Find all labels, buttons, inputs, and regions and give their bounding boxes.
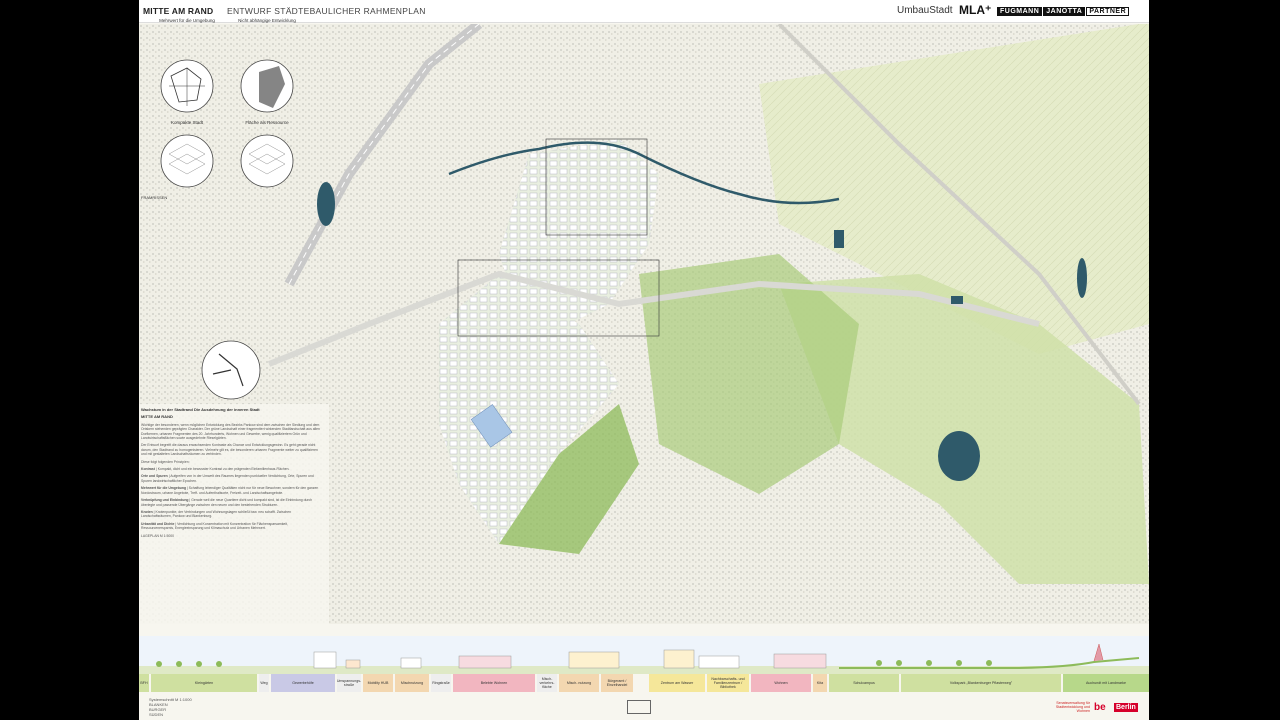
pictogram-resource-circle [240,134,294,188]
section-segment: Ringstraße [431,674,451,692]
section-segment: Belebte Wohnen [453,674,535,692]
scale-label: LAGEPLAN M 1:5000 [141,533,174,538]
explanation-text: Wachstum in der Stadtrand Die Ausdehnung… [141,407,321,541]
pictogram-compact-label: Kompakte Stadt [170,120,204,125]
text-intro: Wichtige der besonderen, wenn möglichen … [141,422,320,441]
brand-fjp-3: PARTNER [1086,7,1130,16]
project-subtitle: ENTWURF STÄDTEBAULICHER RAHMENPLAN [227,6,426,16]
principle-item: Orte und Spuren | Aufgreifen von in der … [141,474,314,483]
pictogram-resource-label: Fläche als Ressource [245,120,289,125]
section-segment: Weg [259,674,269,692]
text-para3: Diese folgt folgenden Prinzipien: [141,459,190,464]
principle-item: Knoten | Knotenpunkte, der Verbindungen … [141,509,292,519]
logo-be: be [1094,702,1106,713]
section-segment: Zentrum am Wasser [649,674,705,692]
map-note-label: FRAMRISSEN [141,195,168,200]
text-para2: Der Entwurf begreift die daraus erwachse… [141,443,318,457]
brand-fjp-1: FUGMANN [997,7,1043,16]
brand-mla: MLA⁺ [959,3,992,17]
section-segment: Kita [813,674,827,692]
section-segment: Gewerbehöfe [271,674,335,692]
section-segment: BFH [139,674,149,692]
brand-fjp-2: JANOTTA [1043,7,1086,16]
pond-center [834,230,844,248]
section-segment: Misch- verkehrs- fläche [537,674,557,692]
pond-east [1077,258,1087,298]
plan-sheet: MITTE AM RAND ENTWURF STÄDTEBAULICHER RA… [139,0,1149,720]
section-segment: Mischnutzung [395,674,429,692]
principle-item: Kontrast | Kompakt, dicht und ein bewuss… [141,467,290,472]
footer-team: Systemschnitt M 1:1000 BLANKEN BURGER SÜ… [149,697,192,717]
section-segment: Schulcampus [829,674,899,692]
principle-item: Mehrwert für die Umgebung | Schaffung le… [141,486,319,495]
pictogram-value-label: Mehrwert für die Umgebung [159,18,215,23]
section-segment: Nachbarschafts- und Familienzentrum / Bi… [707,674,749,692]
principle-item: Urbanität und Dichte | Verdichtung und K… [141,521,288,531]
pond-small [951,296,963,304]
text-section: MITTE AM RAND [141,414,173,420]
section-segment: Volkspark „Blankenburger Pflasterweg" [901,674,1061,692]
logo-berlin: Berlin [1114,703,1138,712]
section-segment: Kleingärten [151,674,257,692]
principle-item: Verknüpfung und Einbindung | Gerade weil… [141,498,313,507]
sheet-index-icon [627,700,651,714]
team-line-3: SÜDEN [149,712,164,717]
text-heading: Wachstum in der Stadtrand Die Ausdehnung… [141,407,260,412]
section-segment: Wohnen [751,674,811,692]
project-title: MITTE AM RAND [143,6,214,16]
section-segment: Mobility HUB [363,674,393,692]
section-segment: Umspannungs- straße [337,674,361,692]
pictogram-compact-circle [160,134,214,188]
lake-east [938,431,980,481]
lake-west [317,182,335,226]
section-segment: Auchundt mit Landmarke [1063,674,1149,692]
section-segment: Misch- nutzung [559,674,599,692]
brand-umbaustadt: UmbauStadt [897,5,953,16]
pictogram-independent-label: Nicht abhängige Entwicklung [238,18,296,23]
brand-fjp: FUGMANN JANOTTA PARTNER [997,7,1130,16]
section-segment: Bürgeramt / Einzelhandel [601,674,633,692]
admin-label: Senatsverwaltung für Stadtentwicklung un… [1055,701,1090,713]
